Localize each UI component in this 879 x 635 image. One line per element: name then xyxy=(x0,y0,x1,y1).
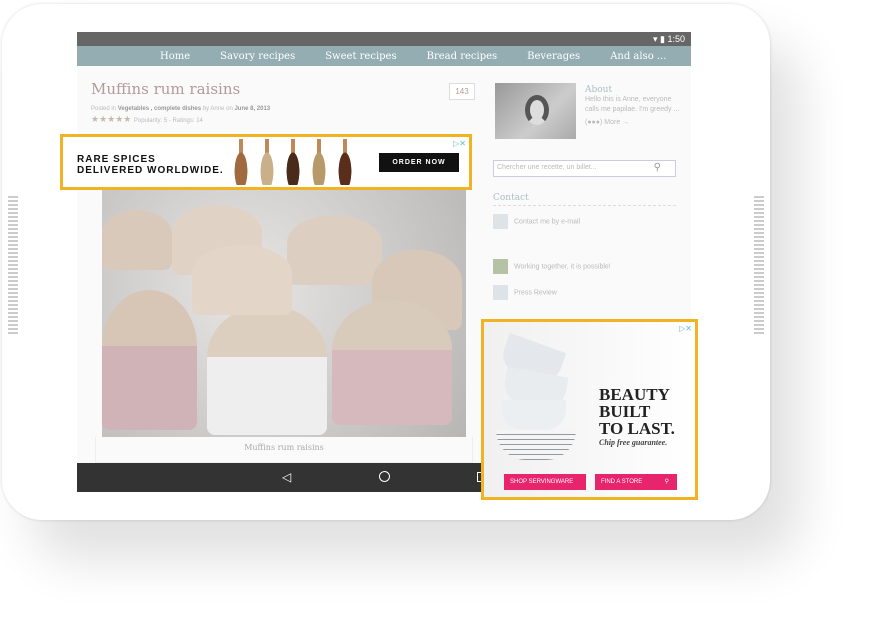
stars-icon[interactable]: ★★★★★ xyxy=(91,114,131,124)
photo-caption: Muffins rum raisins xyxy=(95,437,473,463)
main-nav: Home Savory recipes Sweet recipes Bread … xyxy=(77,46,691,66)
working-link[interactable]: Working together, it is possible! xyxy=(514,263,611,270)
status-bar: ▾ ▮ 1:50 xyxy=(77,32,691,46)
order-now-button[interactable]: ORDER NOW xyxy=(379,153,459,172)
contact-title: Contact xyxy=(493,193,676,206)
author-photo xyxy=(495,83,576,139)
shop-servingware-button[interactable]: SHOP SERVINGWARE xyxy=(504,474,586,490)
post-meta: Posted in Vegetables , complete dishes b… xyxy=(91,106,270,112)
category-link[interactable]: Vegetables , complete dishes xyxy=(118,106,201,112)
popularity: Popularity: 5 - Ratings: 14 xyxy=(133,118,203,124)
ad-tagline: Chip free guarantee. xyxy=(599,438,668,447)
ad-headline-1: BEAUTY xyxy=(599,385,670,404)
press-link[interactable]: Press Review xyxy=(514,289,557,296)
search-input[interactable]: Chercher une recette, un billet... ⚲ xyxy=(493,160,676,177)
nav-beverages[interactable]: Beverages xyxy=(527,51,580,62)
ad-headline-2: BUILT xyxy=(599,402,651,421)
about-text: Hello this is Anne, everyone calls me pa… xyxy=(585,96,680,113)
feather-icon xyxy=(493,259,508,274)
location-pin-icon xyxy=(493,285,508,300)
search-icon: ⚲ xyxy=(664,479,669,485)
ad-line-1: RARE SPICES xyxy=(77,154,156,165)
ad-close-icon[interactable]: ▷✕ xyxy=(679,324,692,333)
author: by Anne on xyxy=(202,106,233,112)
nav-savory[interactable]: Savory recipes xyxy=(220,51,295,62)
back-icon[interactable]: ◁ xyxy=(282,470,291,484)
shop-label: SHOP SERVINGWARE xyxy=(510,479,574,485)
nav-home[interactable]: Home xyxy=(160,51,190,62)
store-label: FIND A STORE xyxy=(601,479,643,485)
press-item[interactable]: Press Review xyxy=(493,285,557,300)
contact-link[interactable]: Contact me by e-mail xyxy=(514,218,580,225)
post-title: Muffins rum raisins xyxy=(91,80,241,98)
working-item[interactable]: Working together, it is possible! xyxy=(493,259,611,274)
posted-in: Posted in xyxy=(91,106,117,112)
home-icon[interactable] xyxy=(379,471,390,482)
contact-item[interactable]: Contact me by e-mail xyxy=(493,214,580,229)
search-placeholder: Chercher une recette, un billet... xyxy=(497,164,597,171)
about-title: About xyxy=(585,85,613,95)
spice-ad-banner[interactable]: RARE SPICES DELIVERED WORLDWIDE. ORDER N… xyxy=(60,134,472,190)
more-link[interactable]: (●●●) More → xyxy=(585,118,680,128)
post-date: June 8, 2013 xyxy=(234,106,271,112)
search-icon[interactable]: ⚲ xyxy=(654,162,661,173)
ad-close-icon[interactable]: ▷✕ xyxy=(453,139,466,148)
comment-count[interactable]: 143 xyxy=(449,83,475,100)
mail-icon xyxy=(493,214,508,229)
speaker-left xyxy=(8,196,18,336)
nav-sweet[interactable]: Sweet recipes xyxy=(325,51,396,62)
clock: 1:50 xyxy=(667,34,685,44)
servingware-ad[interactable]: BEAUTY BUILT TO LAST. Chip free guarante… xyxy=(481,319,698,500)
rating[interactable]: ★★★★★ Popularity: 5 - Ratings: 14 xyxy=(91,114,203,125)
ad-headline-3: TO LAST. xyxy=(599,419,675,438)
nav-bread[interactable]: Bread recipes xyxy=(427,51,498,62)
find-store-button[interactable]: FIND A STORE ⚲ xyxy=(595,474,677,490)
nav-and-also[interactable]: And also ... xyxy=(610,51,666,62)
muffin-photo xyxy=(102,190,466,437)
ad-line-2: DELIVERED WORLDWIDE. xyxy=(77,165,224,176)
speaker-right xyxy=(754,196,764,336)
